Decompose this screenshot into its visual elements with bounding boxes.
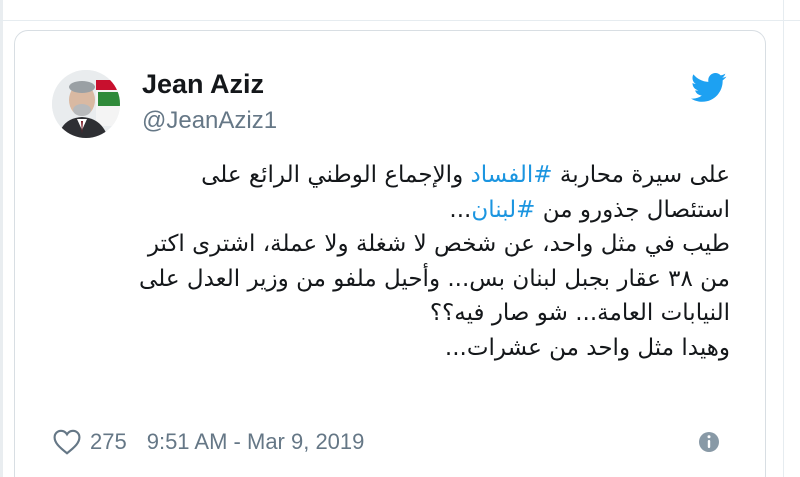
tweet-line-4: من ٣٨ عقار بجبل لبنان بس... وأحيل ملفو م… [139,265,730,292]
top-divider [0,20,800,21]
author-handle[interactable]: @JeanAziz1 [142,106,277,136]
tweet-line-1: على سيرة محاربة #الفساد والإجماع الوطني … [40,158,730,193]
left-edge [0,0,3,477]
text-span: ... [449,196,472,223]
twitter-bird-icon[interactable] [691,72,727,104]
author-display-name[interactable]: Jean Aziz [142,68,264,100]
info-icon[interactable] [697,430,721,454]
right-edge [783,0,784,477]
tweet-line-3: طيب في مثل واحد، عن شخص لا شغلة ولا عملة… [147,231,730,257]
like-count[interactable]: 275 [90,429,127,455]
tweet-line-6: وهيدا مثل واحد من عشرات... [444,334,730,361]
avatar[interactable] [52,70,120,138]
tweet-timestamp[interactable]: 9:51 AM - Mar 9, 2019 [147,429,365,455]
hashtag-link-lebanon[interactable]: #لبنان [471,197,535,223]
text-span: والإجماع الوطني الرائع على [201,162,471,188]
hashtag-link-corruption[interactable]: #الفساد [471,162,553,188]
tweet-text: على سيرة محاربة #الفساد والإجماع الوطني … [40,158,730,365]
tweet-footer: 275 9:51 AM - Mar 9, 2019 [52,427,364,457]
tweet-line-2: استئصال جذورو من #لبنان... [40,193,730,228]
text-span: على سيرة محاربة [552,162,730,188]
heart-icon[interactable] [52,429,82,455]
text-span: استئصال جذورو من [535,196,730,223]
tweet-line-5: النيابات العامة... شو صار فيه؟؟ [429,300,730,326]
